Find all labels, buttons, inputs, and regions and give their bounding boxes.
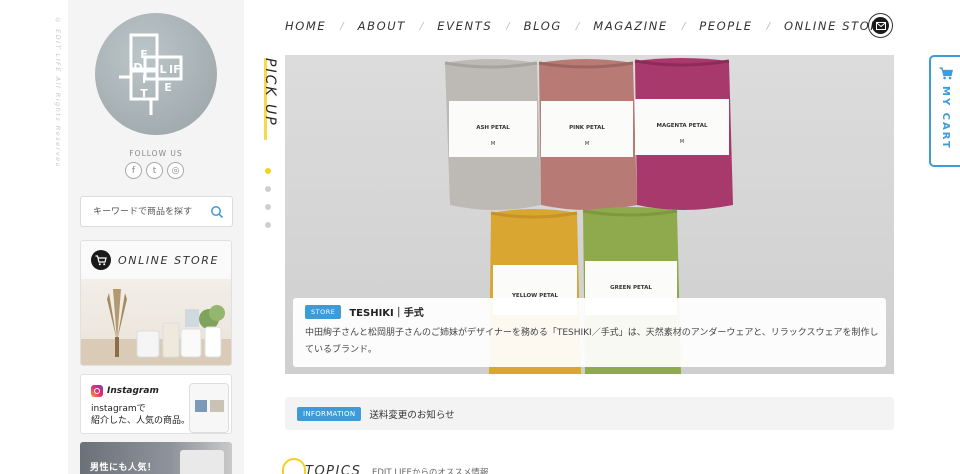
mail-icon: [872, 17, 889, 34]
svg-text:E: E: [164, 81, 172, 94]
product-can-image: [180, 450, 224, 474]
svg-text:L: L: [159, 63, 166, 76]
instagram-banner-name: Instagram: [107, 386, 159, 396]
nav-events[interactable]: EVENTS: [437, 19, 492, 33]
cart-icon: [939, 67, 953, 80]
copyright-text: © EDIT LIFE All Rights Reserved: [54, 16, 62, 166]
nav-separator: /: [506, 20, 510, 32]
main-nav: HOME / ABOUT / EVENTS / BLOG / MAGAZINE …: [285, 17, 889, 35]
product-label-green: GREEN PETAL: [610, 285, 652, 291]
mail-button[interactable]: [868, 13, 893, 38]
phone-mockup-image: [189, 383, 229, 433]
topics-title: TOPICS: [305, 464, 362, 474]
twitter-icon[interactable]: t: [146, 162, 163, 179]
nav-home[interactable]: HOME: [285, 19, 326, 33]
nav-separator: /: [681, 20, 686, 32]
product-label-pink: PINK PETAL: [569, 125, 605, 131]
nav-magazine[interactable]: MAGAZINE: [593, 19, 668, 33]
instagram-banner-line2: 紹介した、人気の商品。: [91, 416, 191, 426]
product-size-ash: M: [490, 141, 496, 147]
product-label-ash: ASH PETAL: [476, 125, 510, 131]
svg-text:F: F: [173, 63, 181, 76]
nav-people[interactable]: PEOPLE: [699, 19, 752, 33]
facebook-icon[interactable]: f: [125, 162, 142, 179]
site-logo[interactable]: E D I L I F E T: [95, 13, 217, 135]
search-icon[interactable]: [210, 205, 224, 219]
slider-dots: [265, 168, 271, 228]
slider-dot-1[interactable]: [265, 168, 271, 174]
nav-separator: /: [419, 20, 424, 32]
slider-dot-3[interactable]: [265, 204, 271, 210]
store-tag-badge: STORE: [305, 304, 342, 319]
pickup-label: PICK UP: [262, 58, 278, 127]
instagram-banner-line1: instagramで: [91, 404, 146, 414]
search-box: [80, 196, 233, 227]
instagram-banner[interactable]: Instagram instagramで 紹介した、人気の商品。: [80, 374, 232, 434]
hero-caption-body: 中田絢子さんと松岡朋子さんのご姉妹がデザイナーを務める「TESHIKI／手式」は…: [305, 328, 879, 355]
information-text: 送料変更のお知らせ: [369, 409, 455, 421]
search-input[interactable]: [93, 206, 210, 217]
online-store-banner-image: [81, 279, 231, 365]
hero-caption-title: TESHIKI｜手式: [349, 308, 424, 319]
slider-dot-4[interactable]: [265, 222, 271, 228]
product-label-magenta: MAGENTA PETAL: [656, 123, 708, 129]
instagram-banner-logo: Instagram: [91, 385, 159, 397]
product-size-magenta: M: [679, 139, 685, 145]
svg-text:E: E: [140, 48, 148, 61]
sidebar: E D I L I F E T FOLLOW US f t ◎ キーワードで商品…: [68, 0, 244, 474]
men-popular-banner-text: 男性にも人気！: [90, 463, 157, 473]
online-store-banner[interactable]: ONLINE STORE: [80, 240, 232, 366]
topics-icon: [282, 458, 306, 474]
product-size-pink: M: [584, 141, 590, 147]
information-bar[interactable]: INFORMATION 送料変更のお知らせ: [285, 397, 894, 430]
instagram-banner-text: instagramで 紹介した、人気の商品。: [91, 403, 191, 427]
online-store-banner-title: ONLINE STORE: [118, 253, 220, 267]
slider-dot-2[interactable]: [265, 186, 271, 192]
nav-about[interactable]: ABOUT: [358, 19, 406, 33]
edit-life-logo-icon: E D I L I F E T: [119, 33, 183, 115]
nav-separator: /: [340, 20, 344, 32]
instagram-logo-icon: [91, 385, 103, 397]
nav-separator: /: [766, 20, 771, 32]
pickup-hero-slide[interactable]: ASH PETAL PINK PETAL MAGENTA PETAL M M M…: [285, 55, 894, 374]
nav-separator: /: [575, 20, 580, 32]
instagram-icon[interactable]: ◎: [167, 162, 184, 179]
men-popular-banner[interactable]: 男性にも人気！: [80, 442, 232, 474]
cart-icon: [91, 250, 111, 270]
svg-text:I: I: [142, 73, 146, 86]
hero-caption: STORE TESHIKI｜手式 中田絢子さんと松岡朋子さんのご姉妹がデザイナー…: [293, 298, 886, 367]
nav-blog[interactable]: BLOG: [524, 19, 562, 33]
information-tag-badge: INFORMATION: [297, 406, 362, 421]
online-store-banner-header: ONLINE STORE: [81, 241, 231, 279]
my-cart-tab[interactable]: MY CART: [929, 55, 960, 167]
svg-text:T: T: [140, 87, 148, 100]
social-links: f t ◎: [125, 162, 184, 179]
topics-subtitle: EDIT LIFEからのオススメ情報: [372, 468, 489, 474]
my-cart-label: MY CART: [940, 86, 951, 150]
follow-us-label: FOLLOW US: [129, 149, 183, 158]
